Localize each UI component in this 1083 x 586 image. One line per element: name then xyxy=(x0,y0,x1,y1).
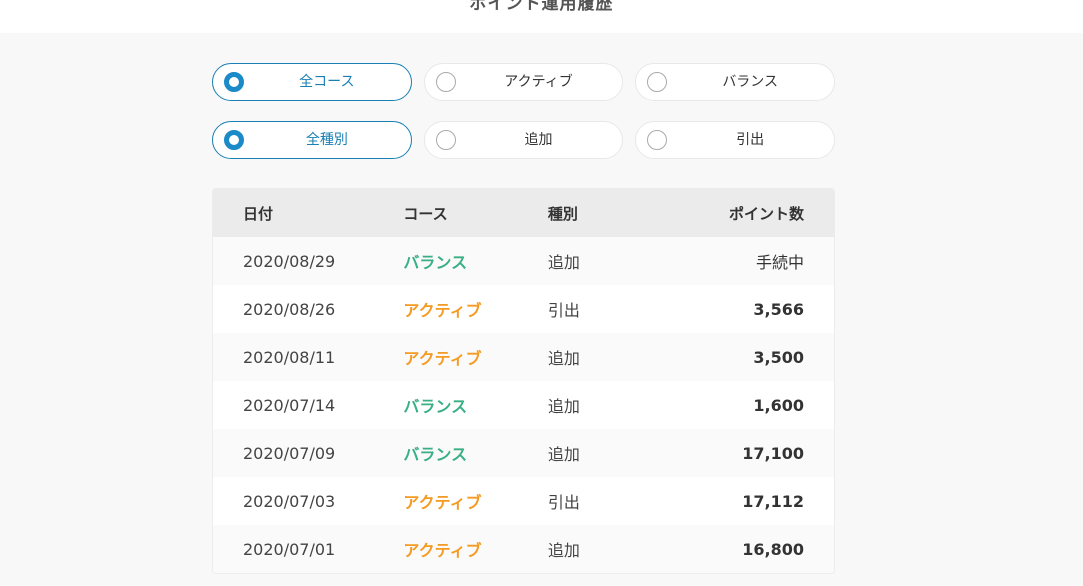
cell-points: 16,800 xyxy=(742,539,804,559)
type-filter: 全種別 追加 引出 xyxy=(212,121,836,159)
cell-date: 2020/08/29 xyxy=(243,251,336,271)
header-date: 日付 xyxy=(243,204,274,223)
cell-course: アクティブ xyxy=(403,493,482,512)
cell-date: 2020/07/14 xyxy=(243,395,336,415)
cell-points: 17,100 xyxy=(742,443,804,463)
course-filter: 全コース アクティブ バランス xyxy=(212,63,836,101)
cell-type: 追加 xyxy=(547,253,580,272)
table-row: 2020/08/11 アクティブ 追加 3,500 xyxy=(213,333,834,381)
cell-points: 1,600 xyxy=(753,395,804,415)
radio-indicator-icon xyxy=(647,72,668,92)
cell-course: アクティブ xyxy=(403,541,482,560)
cell-course: アクティブ xyxy=(403,301,482,320)
table-body: 2020/08/29 バランス 追加 手続中 2020/08/26 アクティブ … xyxy=(213,237,834,573)
radio-label: アクティブ xyxy=(504,74,573,90)
radio-indicator-icon xyxy=(435,130,456,150)
radio-course-balance[interactable]: バランス xyxy=(635,63,836,101)
radio-type-add[interactable]: 追加 xyxy=(423,121,624,159)
cell-date: 2020/08/11 xyxy=(243,347,336,367)
table-row: 2020/08/29 バランス 追加 手続中 xyxy=(213,237,834,285)
header-course: コース xyxy=(403,204,448,223)
cell-course: バランス xyxy=(403,397,468,416)
radio-label: 全種別 xyxy=(305,132,348,148)
cell-type: 追加 xyxy=(547,349,580,368)
radio-indicator-icon xyxy=(224,72,244,92)
cell-type: 引出 xyxy=(547,301,580,320)
radio-indicator-icon xyxy=(224,130,244,150)
table-header: 日付 コース 種別 ポイント数 xyxy=(213,189,834,237)
header-points: ポイント数 xyxy=(728,204,804,223)
cell-course: アクティブ xyxy=(403,349,482,368)
cell-date: 2020/07/01 xyxy=(243,539,336,559)
table-row: 2020/07/01 アクティブ 追加 16,800 xyxy=(213,525,834,573)
radio-course-all[interactable]: 全コース xyxy=(212,63,412,101)
radio-type-all[interactable]: 全種別 xyxy=(212,121,412,159)
table-row: 2020/07/03 アクティブ 引出 17,112 xyxy=(213,477,834,525)
radio-type-withdraw[interactable]: 引出 xyxy=(635,121,836,159)
cell-course: バランス xyxy=(403,253,468,272)
radio-label: バランス xyxy=(722,74,779,90)
radio-label: 追加 xyxy=(524,132,553,148)
radio-label: 引出 xyxy=(736,132,765,148)
cell-type: 追加 xyxy=(547,397,580,416)
header-type: 種別 xyxy=(547,204,578,223)
cell-date: 2020/08/26 xyxy=(243,299,336,319)
radio-indicator-icon xyxy=(435,72,456,92)
cell-date: 2020/07/09 xyxy=(243,443,336,463)
radio-course-active[interactable]: アクティブ xyxy=(423,63,624,101)
filter-panel: 全コース アクティブ バランス 全種別 追加 引出 xyxy=(212,63,836,179)
cell-type: 引出 xyxy=(547,493,580,512)
table-row: 2020/07/09 バランス 追加 17,100 xyxy=(213,429,834,477)
cell-points: 手続中 xyxy=(755,253,804,272)
radio-label: 全コース xyxy=(299,74,355,90)
table-row: 2020/07/14 バランス 追加 1,600 xyxy=(213,381,834,429)
top-bar: ポイント運用履歴 xyxy=(0,0,1083,33)
cell-type: 追加 xyxy=(547,541,580,560)
history-table: 日付 コース 種別 ポイント数 2020/08/29 バランス 追加 手続中 2… xyxy=(212,188,835,574)
radio-indicator-icon xyxy=(647,130,668,150)
cell-date: 2020/07/03 xyxy=(243,491,336,511)
cell-points: 3,500 xyxy=(753,347,804,367)
cell-type: 追加 xyxy=(547,445,580,464)
cell-course: バランス xyxy=(403,445,468,464)
cell-points: 3,566 xyxy=(753,299,804,319)
table-row: 2020/08/26 アクティブ 引出 3,566 xyxy=(213,285,834,333)
cell-points: 17,112 xyxy=(742,491,804,511)
page-title: ポイント運用履歴 xyxy=(469,0,614,14)
